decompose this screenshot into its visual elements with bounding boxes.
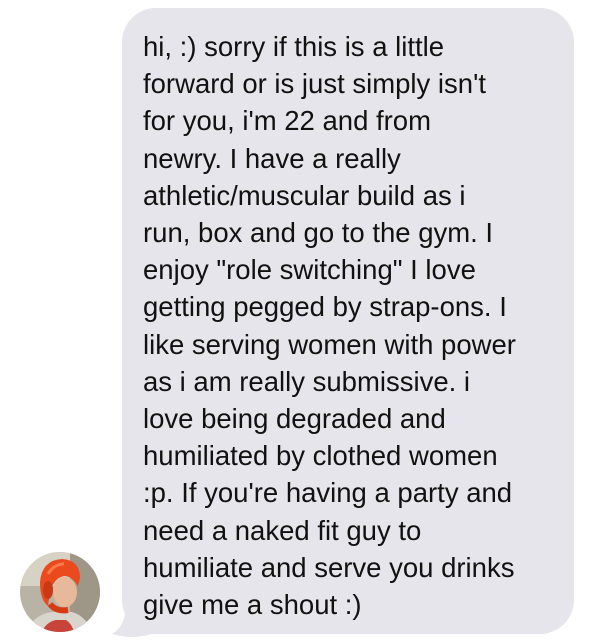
incoming-message-bubble[interactable]: hi, :) sorry if this is a little forward…	[122, 8, 574, 634]
message-thread: hi, :) sorry if this is a little forward…	[0, 0, 592, 640]
contact-avatar[interactable]	[20, 552, 100, 632]
contact-avatar-photo-icon	[20, 552, 100, 632]
message-text: hi, :) sorry if this is a little forward…	[143, 31, 516, 621]
